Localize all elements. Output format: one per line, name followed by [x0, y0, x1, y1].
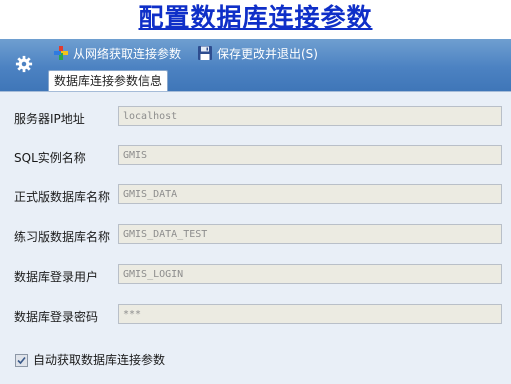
server-ip-field[interactable] — [118, 106, 502, 126]
sql-instance-label: SQL实例名称 — [14, 151, 86, 165]
fetch-from-network-label: 从网络获取连接参数 — [73, 46, 182, 61]
save-and-exit-label: 保存更改并退出(S) — [217, 46, 318, 61]
save-and-exit-button[interactable]: 保存更改并退出(S) — [197, 44, 318, 62]
production-db-field[interactable] — [118, 184, 502, 204]
fetch-from-network-button[interactable]: 从网络获取连接参数 — [53, 44, 181, 62]
db-login-password-field[interactable] — [118, 304, 502, 324]
auto-fetch-label: 自动获取数据库连接参数 — [33, 353, 166, 367]
db-login-user-field[interactable] — [118, 264, 502, 284]
checkmark-icon — [17, 356, 26, 365]
title-area: 配置数据库连接参数 — [0, 0, 511, 39]
tab-db-connection-info[interactable]: 数据库连接参数信息 — [48, 70, 168, 92]
db-login-password-label: 数据库登录密码 — [14, 310, 99, 324]
gear-icon[interactable] — [15, 55, 33, 73]
auto-fetch-checkbox[interactable] — [15, 354, 28, 367]
colorful-plus-icon — [54, 46, 68, 60]
server-ip-label: 服务器IP地址 — [14, 112, 85, 126]
sql-instance-field[interactable] — [118, 145, 502, 165]
window-title: 配置数据库连接参数 — [138, 3, 373, 32]
production-db-label: 正式版数据库名称 — [14, 190, 111, 204]
practice-db-label: 练习版数据库名称 — [14, 230, 111, 244]
db-login-user-label: 数据库登录用户 — [14, 270, 99, 284]
floppy-disk-icon — [198, 46, 212, 60]
practice-db-field[interactable] — [118, 224, 502, 244]
